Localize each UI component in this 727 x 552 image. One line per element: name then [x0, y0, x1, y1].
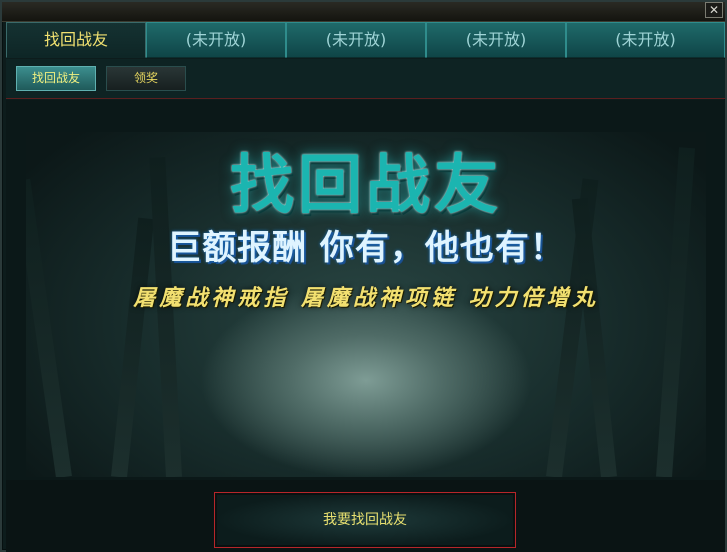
banner-rewards: 屠魔战神戒指 屠魔战神项链 功力倍增丸	[133, 285, 599, 311]
recall-friends-window: ✕ 找回战友 (未开放) (未开放) (未开放) (未开放) 找回战友 领奖 找…	[0, 0, 727, 552]
promo-banner: 找回战友 巨额报酬 你有，他也有！ 屠魔战神戒指 屠魔战神项链 功力倍增丸	[26, 132, 706, 477]
banner-title: 找回战友	[230, 149, 502, 223]
main-tabs: 找回战友 (未开放) (未开放) (未开放) (未开放)	[6, 22, 725, 58]
tab-not-open-1[interactable]: (未开放)	[146, 22, 286, 58]
tab-not-open-3[interactable]: (未开放)	[426, 22, 566, 58]
subtab-recall-friends[interactable]: 找回战友	[16, 66, 96, 91]
recall-friend-button[interactable]: 我要找回战友	[214, 492, 516, 548]
subtab-claim-reward[interactable]: 领奖	[106, 66, 186, 91]
tab-not-open-4[interactable]: (未开放)	[566, 22, 725, 58]
sub-tab-bar: 找回战友 领奖	[6, 59, 725, 99]
close-icon[interactable]: ✕	[705, 2, 723, 18]
banner-subtitle: 巨额报酬 你有，他也有！	[167, 228, 565, 268]
window-titlebar: ✕	[2, 2, 725, 22]
footer-bar: 我要找回战友	[6, 480, 725, 552]
tab-not-open-2[interactable]: (未开放)	[286, 22, 426, 58]
tab-recall-friends[interactable]: 找回战友	[6, 22, 146, 58]
